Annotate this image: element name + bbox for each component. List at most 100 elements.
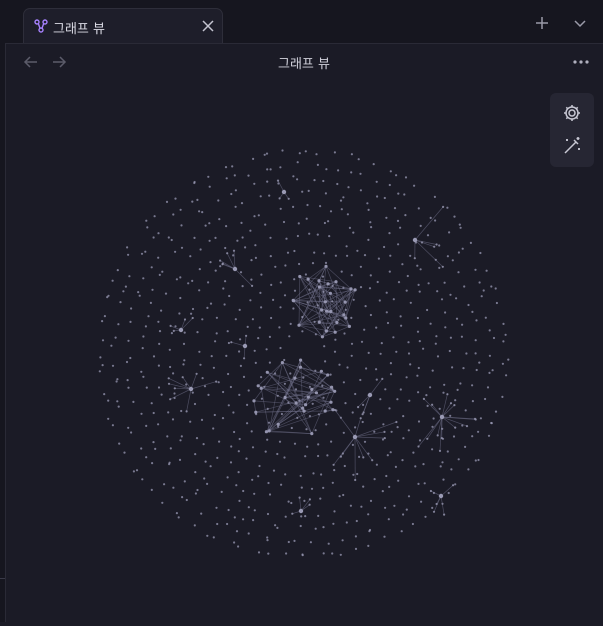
graph-node[interactable] — [333, 469, 335, 471]
graph-node[interactable] — [418, 367, 420, 369]
graph-node[interactable] — [404, 214, 406, 216]
graph-node[interactable] — [243, 357, 245, 359]
graph-node[interactable] — [301, 191, 303, 193]
graph-node[interactable] — [448, 231, 450, 233]
graph-node[interactable] — [387, 454, 389, 456]
graph-node[interactable] — [145, 456, 147, 458]
graph-node[interactable] — [141, 253, 143, 255]
graph-node[interactable] — [302, 554, 304, 556]
magic-wand-icon[interactable] — [560, 134, 584, 158]
graph-node[interactable] — [101, 320, 103, 322]
graph-node[interactable] — [172, 213, 174, 215]
graph-node[interactable] — [207, 394, 209, 396]
graph-node[interactable] — [452, 484, 454, 486]
graph-node[interactable] — [330, 386, 333, 389]
graph-node[interactable] — [479, 281, 481, 283]
graph-node[interactable] — [227, 476, 229, 478]
graph-node[interactable] — [226, 252, 228, 254]
graph-node[interactable] — [277, 395, 279, 397]
graph-node[interactable] — [331, 552, 333, 554]
graph-node[interactable] — [195, 492, 197, 494]
graph-node[interactable] — [388, 407, 390, 409]
graph-node[interactable] — [453, 216, 455, 218]
graph-node[interactable] — [397, 243, 399, 245]
graph-node[interactable] — [408, 400, 410, 402]
graph-node[interactable] — [254, 350, 256, 352]
graph-node[interactable] — [201, 419, 203, 421]
graph-node[interactable] — [461, 424, 463, 426]
graph-node[interactable] — [210, 465, 212, 467]
graph-node[interactable] — [464, 446, 466, 448]
graph-node[interactable] — [233, 250, 235, 252]
graph-node[interactable] — [192, 392, 194, 394]
graph-node[interactable] — [376, 195, 378, 197]
graph-node[interactable] — [184, 480, 186, 482]
graph-node[interactable] — [257, 384, 260, 387]
graph-node[interactable] — [475, 339, 477, 341]
graph-node[interactable] — [182, 376, 184, 378]
graph-node[interactable] — [424, 482, 426, 484]
graph-node[interactable] — [420, 225, 422, 227]
graph-node[interactable] — [107, 295, 109, 297]
graph-node[interactable] — [242, 518, 244, 520]
graph-node[interactable] — [269, 362, 271, 364]
graph-node[interactable] — [474, 418, 476, 420]
graph-node[interactable] — [258, 214, 260, 216]
graph-node[interactable] — [407, 275, 409, 277]
graph-node[interactable] — [284, 294, 286, 296]
graph-node[interactable] — [222, 417, 224, 419]
graph-node[interactable] — [116, 380, 118, 382]
graph-node[interactable] — [258, 465, 260, 467]
graph-node[interactable] — [239, 309, 241, 311]
graph-node[interactable] — [344, 301, 347, 304]
graph-node[interactable] — [123, 452, 125, 454]
graph-node[interactable] — [318, 285, 321, 288]
graph-node[interactable] — [360, 266, 362, 268]
graph-node[interactable] — [151, 402, 153, 404]
graph-node[interactable] — [238, 500, 240, 502]
graph-node[interactable] — [350, 505, 352, 507]
graph-node[interactable] — [424, 516, 426, 518]
graph-node[interactable] — [196, 489, 198, 491]
graph-node[interactable] — [335, 321, 338, 324]
graph-node[interactable] — [329, 401, 332, 404]
graph-node[interactable] — [395, 351, 397, 353]
graph-node[interactable] — [356, 520, 358, 522]
graph-node[interactable] — [232, 254, 234, 256]
graph-node[interactable] — [385, 475, 387, 477]
graph-node[interactable] — [269, 237, 271, 239]
graph-node[interactable] — [442, 479, 444, 481]
graph-node[interactable] — [266, 371, 269, 374]
graph-node[interactable] — [461, 324, 463, 326]
graph-node[interactable] — [239, 438, 241, 440]
graph-node[interactable] — [352, 411, 354, 413]
graph-node[interactable] — [454, 399, 456, 401]
graph-node[interactable] — [438, 244, 440, 246]
graph-node[interactable] — [400, 325, 402, 327]
graph-node[interactable] — [277, 180, 279, 182]
graph-node[interactable] — [356, 250, 358, 252]
graph-node[interactable] — [319, 498, 321, 500]
graph-node[interactable] — [202, 377, 204, 379]
graph-node[interactable] — [280, 484, 282, 486]
graph-node[interactable] — [324, 265, 327, 268]
graph-node[interactable] — [317, 304, 319, 306]
graph-node[interactable] — [118, 443, 120, 445]
graph-node[interactable] — [462, 367, 464, 369]
graph-node[interactable] — [352, 474, 354, 476]
graph-node[interactable] — [371, 459, 373, 461]
graph-node[interactable] — [267, 553, 269, 555]
graph-node[interactable] — [391, 431, 393, 433]
graph-node[interactable] — [412, 523, 414, 525]
graph-node[interactable] — [439, 450, 441, 452]
graph-node[interactable] — [254, 509, 256, 511]
graph-node[interactable] — [240, 365, 242, 367]
graph-node[interactable] — [236, 530, 238, 532]
graph-node[interactable] — [458, 458, 460, 460]
graph-node[interactable] — [267, 513, 269, 515]
graph-node[interactable] — [228, 404, 230, 406]
graph-node[interactable] — [168, 236, 170, 238]
graph-node[interactable] — [396, 398, 398, 400]
graph-node[interactable] — [283, 456, 285, 458]
graph-node[interactable] — [222, 287, 224, 289]
